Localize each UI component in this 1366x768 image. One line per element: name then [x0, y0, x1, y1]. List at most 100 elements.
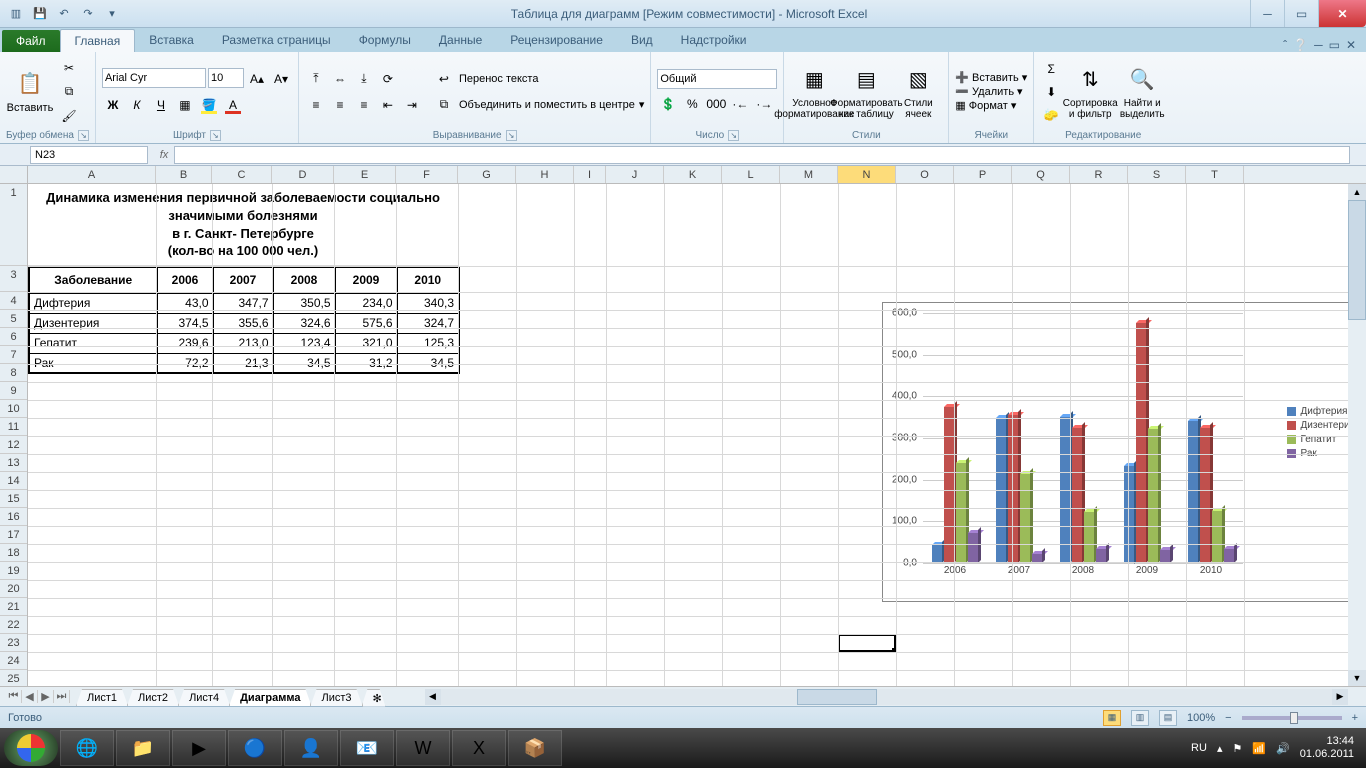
minimize-ribbon-icon[interactable]: ˆ: [1283, 38, 1287, 52]
tray-sound-icon[interactable]: 🔊: [1276, 742, 1290, 755]
format-as-table-button[interactable]: ▤ Форматировать как таблицу: [842, 59, 890, 125]
ribbon-tab-главная[interactable]: Главная: [60, 29, 136, 52]
row-header[interactable]: 7: [0, 346, 27, 364]
fill-icon[interactable]: ⬇: [1040, 81, 1062, 103]
cut-icon[interactable]: ✂: [58, 57, 80, 79]
row-header[interactable]: 4: [0, 292, 27, 310]
taskbar-explorer-icon[interactable]: 📁: [116, 730, 170, 766]
row-header[interactable]: 13: [0, 454, 27, 472]
underline-button[interactable]: Ч: [150, 94, 172, 116]
column-header[interactable]: D: [272, 166, 334, 183]
font-name-input[interactable]: [102, 68, 206, 88]
column-header[interactable]: N: [838, 166, 896, 183]
formula-input[interactable]: [174, 146, 1350, 164]
column-header[interactable]: H: [516, 166, 574, 183]
tray-chevron-icon[interactable]: ▴: [1217, 742, 1223, 755]
next-sheet-icon[interactable]: ▶: [38, 690, 54, 703]
decrease-decimal-icon[interactable]: ·→: [753, 93, 775, 115]
selected-cell[interactable]: [838, 634, 896, 652]
name-box[interactable]: N23: [30, 146, 148, 164]
wrap-text-button[interactable]: ↩ Перенос текста: [433, 68, 644, 90]
delete-button[interactable]: ➖Удалить▾: [955, 85, 1027, 98]
dialog-launcher-icon[interactable]: ↘: [210, 130, 221, 141]
last-sheet-icon[interactable]: ⏭: [54, 690, 70, 703]
tray-flag-icon[interactable]: ⚑: [1232, 742, 1242, 755]
align-top-icon[interactable]: ⤒: [305, 68, 327, 90]
row-header[interactable]: 24: [0, 652, 27, 670]
insert-button[interactable]: ➕Вставить▾: [955, 71, 1027, 84]
column-header[interactable]: A: [28, 166, 156, 183]
zoom-out-icon[interactable]: −: [1225, 712, 1231, 724]
column-header[interactable]: J: [606, 166, 664, 183]
cell-styles-button[interactable]: ▧ Стили ячеек: [894, 59, 942, 125]
file-tab[interactable]: Файл: [2, 30, 60, 52]
find-select-button[interactable]: 🔍 Найти и выделить: [1118, 59, 1166, 125]
row-header[interactable]: 10: [0, 400, 27, 418]
first-sheet-icon[interactable]: ⏮: [6, 690, 22, 703]
column-header[interactable]: F: [396, 166, 458, 183]
column-header[interactable]: C: [212, 166, 272, 183]
format-painter-icon[interactable]: 🖌: [58, 105, 80, 127]
sheet-tab[interactable]: Лист1: [76, 689, 128, 706]
row-header[interactable]: 3: [0, 266, 27, 292]
taskbar-outlook-icon[interactable]: 📧: [340, 730, 394, 766]
decrease-font-icon[interactable]: A▾: [270, 68, 292, 90]
zoom-slider[interactable]: [1242, 716, 1342, 720]
select-all-corner[interactable]: [0, 166, 28, 183]
format-button[interactable]: ▦Формат▾: [955, 99, 1027, 112]
page-layout-view-icon[interactable]: ▥: [1131, 710, 1149, 726]
font-color-icon[interactable]: A: [222, 94, 244, 116]
row-header[interactable]: 11: [0, 418, 27, 436]
row-header[interactable]: 22: [0, 616, 27, 634]
comma-icon[interactable]: 000: [705, 93, 727, 115]
scroll-left-icon[interactable]: ◀: [425, 689, 441, 705]
scroll-right-icon[interactable]: ▶: [1332, 689, 1348, 705]
row-header[interactable]: 5: [0, 310, 27, 328]
clear-icon[interactable]: 🧽: [1040, 104, 1062, 126]
increase-font-icon[interactable]: A▴: [246, 68, 268, 90]
currency-icon[interactable]: 💲: [657, 93, 679, 115]
workbook-minimize-icon[interactable]: ─: [1314, 38, 1323, 52]
horizontal-scrollbar[interactable]: ◀ ▶: [425, 689, 1348, 705]
row-header[interactable]: 17: [0, 526, 27, 544]
ribbon-tab-формулы[interactable]: Формулы: [345, 29, 425, 52]
scroll-down-icon[interactable]: ▼: [1348, 670, 1366, 686]
row-header[interactable]: 14: [0, 472, 27, 490]
borders-icon[interactable]: ▦: [174, 94, 196, 116]
align-center-icon[interactable]: ≡: [329, 94, 351, 116]
row-header[interactable]: 1: [0, 184, 27, 266]
new-sheet-button[interactable]: ✻: [362, 689, 386, 707]
bold-button[interactable]: Ж: [102, 94, 124, 116]
undo-icon[interactable]: ↶: [54, 4, 74, 24]
lang-indicator[interactable]: RU: [1191, 742, 1207, 754]
dialog-launcher-icon[interactable]: ↘: [728, 130, 739, 141]
increase-indent-icon[interactable]: ⇥: [401, 94, 423, 116]
ribbon-tab-рецензирование[interactable]: Рецензирование: [496, 29, 617, 52]
zoom-level[interactable]: 100%: [1187, 712, 1215, 724]
ribbon-tab-данные[interactable]: Данные: [425, 29, 496, 52]
sheet-tab[interactable]: Лист2: [127, 689, 179, 706]
italic-button[interactable]: К: [126, 94, 148, 116]
taskbar-messenger-icon[interactable]: 👤: [284, 730, 338, 766]
minimize-button[interactable]: ─: [1250, 0, 1284, 27]
column-header[interactable]: Q: [1012, 166, 1070, 183]
column-header[interactable]: O: [896, 166, 954, 183]
increase-decimal-icon[interactable]: ·←: [729, 93, 751, 115]
row-header[interactable]: 19: [0, 562, 27, 580]
taskbar-app-icon[interactable]: 🔵: [228, 730, 282, 766]
align-right-icon[interactable]: ≡: [353, 94, 375, 116]
qat-dropdown-icon[interactable]: ▾: [102, 4, 122, 24]
taskbar-archive-icon[interactable]: 📦: [508, 730, 562, 766]
workbook-restore-icon[interactable]: ▭: [1329, 38, 1340, 52]
paste-button[interactable]: 📋 Вставить: [6, 59, 54, 125]
ribbon-tab-вставка[interactable]: Вставка: [135, 29, 208, 52]
help-icon[interactable]: ❔: [1293, 38, 1308, 52]
row-header[interactable]: 16: [0, 508, 27, 526]
column-header[interactable]: K: [664, 166, 722, 183]
row-header[interactable]: 20: [0, 580, 27, 598]
fill-color-icon[interactable]: 🪣: [198, 94, 220, 116]
sheet-tab[interactable]: Лист3: [310, 689, 362, 706]
row-header[interactable]: 21: [0, 598, 27, 616]
taskbar-ie-icon[interactable]: 🌐: [60, 730, 114, 766]
scroll-thumb[interactable]: [1348, 200, 1366, 320]
